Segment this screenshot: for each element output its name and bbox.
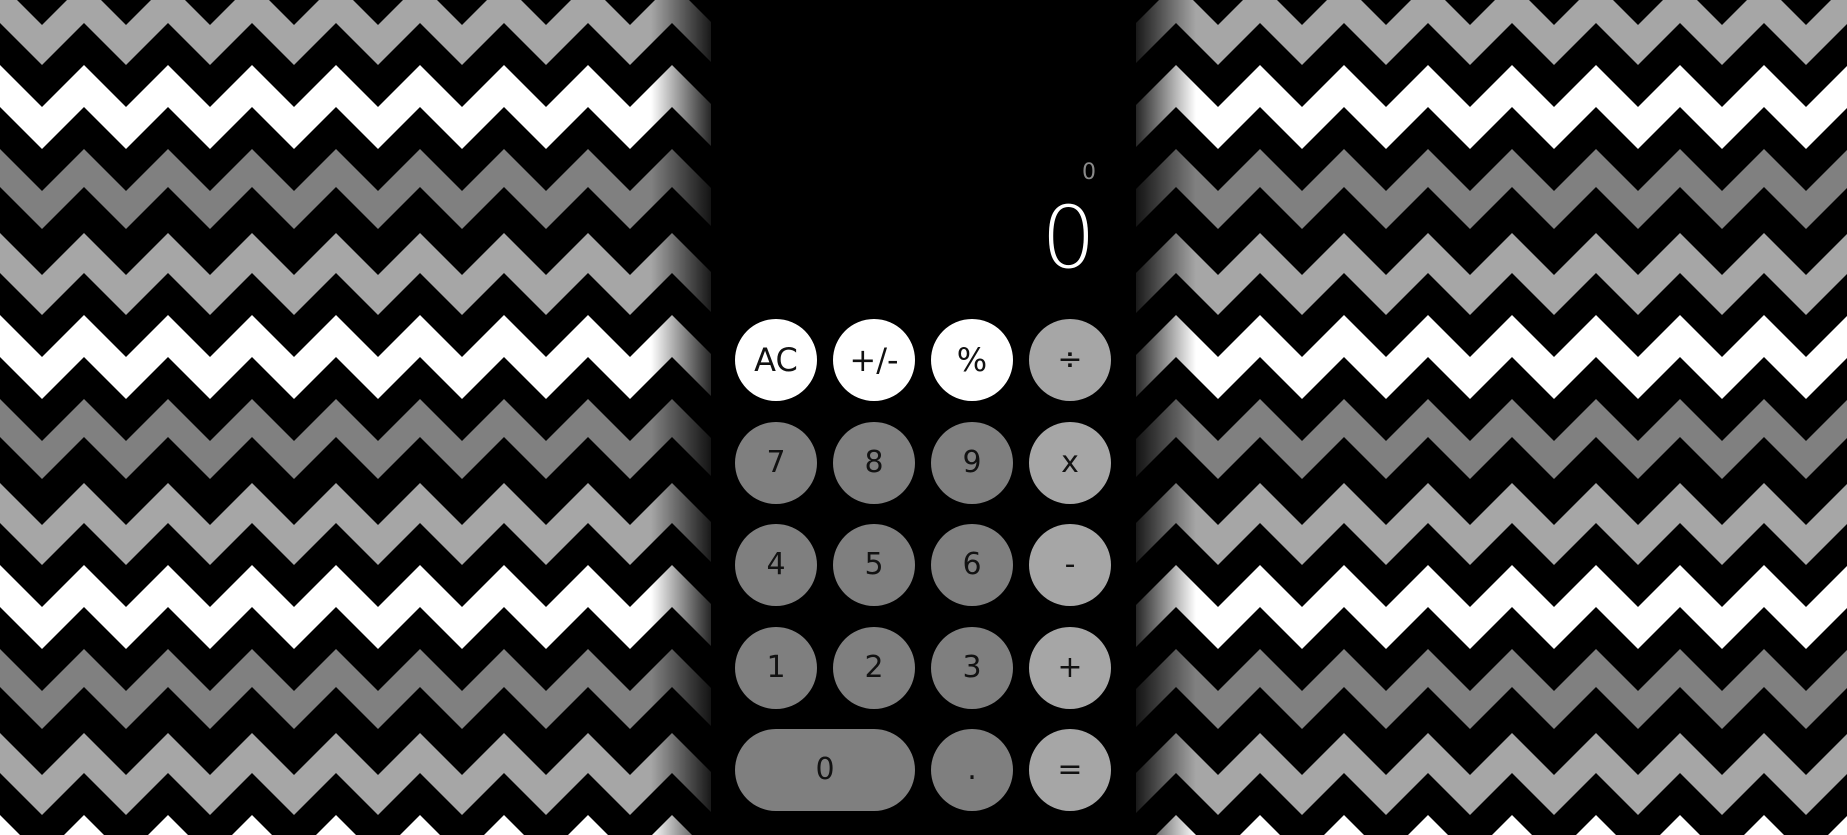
- multiply-button[interactable]: x: [1029, 422, 1111, 504]
- digit-8-button[interactable]: 8: [833, 422, 915, 504]
- digit-9-button[interactable]: 9: [931, 422, 1013, 504]
- percent-button[interactable]: %: [931, 319, 1013, 401]
- decimal-button[interactable]: .: [931, 729, 1013, 811]
- equals-button[interactable]: =: [1029, 729, 1111, 811]
- previous-value: 0: [1082, 160, 1096, 185]
- digit-7-button[interactable]: 7: [735, 422, 817, 504]
- all-clear-button[interactable]: AC: [735, 319, 817, 401]
- calculator-panel: 0 0 AC +/- % ÷ 7 8 9 x 4 5 6 - 1 2 3 + 0…: [711, 0, 1136, 835]
- panel-shadow-left: [651, 0, 711, 835]
- divide-button[interactable]: ÷: [1029, 319, 1111, 401]
- digit-5-button[interactable]: 5: [833, 524, 915, 606]
- calculator-display: 0 0: [711, 0, 1136, 300]
- add-button[interactable]: +: [1029, 627, 1111, 709]
- digit-2-button[interactable]: 2: [833, 627, 915, 709]
- digit-6-button[interactable]: 6: [931, 524, 1013, 606]
- toggle-sign-button[interactable]: +/-: [833, 319, 915, 401]
- panel-shadow-right: [1136, 0, 1196, 835]
- digit-4-button[interactable]: 4: [735, 524, 817, 606]
- digit-3-button[interactable]: 3: [931, 627, 1013, 709]
- digit-0-button[interactable]: 0: [735, 729, 915, 811]
- digit-1-button[interactable]: 1: [735, 627, 817, 709]
- subtract-button[interactable]: -: [1029, 524, 1111, 606]
- current-value: 0: [1041, 188, 1096, 288]
